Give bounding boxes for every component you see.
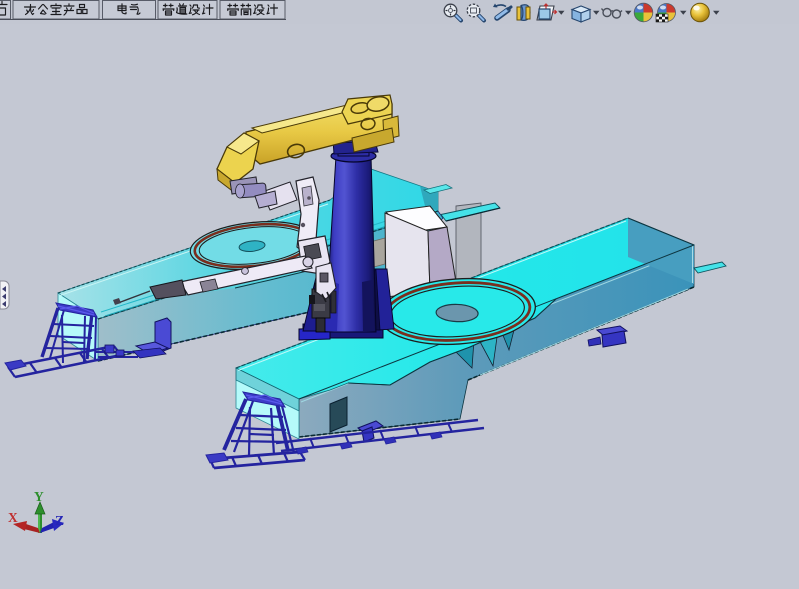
svg-text:Z: Z [55, 513, 64, 528]
svg-text:Y: Y [34, 489, 44, 504]
svg-text:X: X [8, 510, 18, 525]
